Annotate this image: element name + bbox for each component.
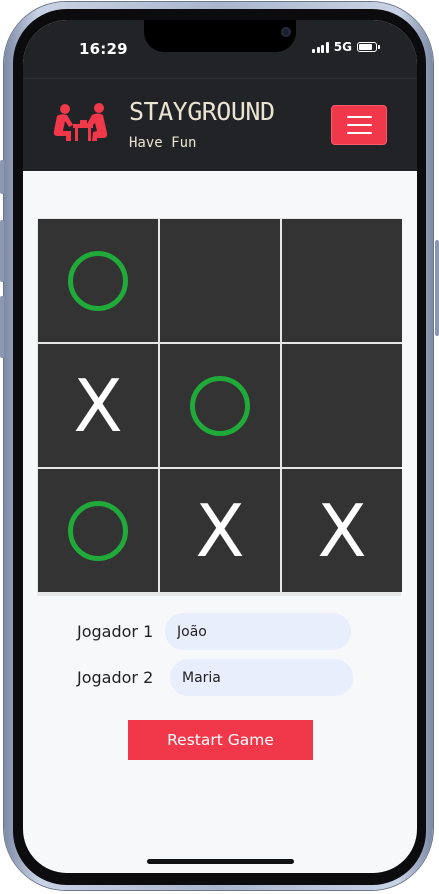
board-cell-6[interactable] [282, 344, 402, 467]
player1-label: Jogador 1 [77, 622, 154, 641]
player2-row: Jogador 2 [77, 659, 353, 696]
player1-name-input[interactable] [165, 613, 351, 650]
o-mark [68, 250, 128, 311]
player2-name-input[interactable] [170, 659, 353, 696]
phone-side-button [0, 160, 4, 194]
board-cell-4[interactable]: X [38, 344, 158, 467]
board-cell-1[interactable] [38, 219, 158, 342]
player1-row: Jogador 1 [77, 613, 351, 650]
player2-label: Jogador 2 [77, 668, 154, 687]
x-mark: X [73, 363, 123, 448]
board-cell-5[interactable] [160, 344, 280, 467]
status-icons: 5G [312, 40, 380, 54]
phone-volume-up-button [0, 220, 4, 282]
battery-icon [357, 42, 380, 52]
hamburger-menu-icon [346, 116, 372, 118]
navbar: STAYGROUND Have Fun [23, 78, 417, 171]
board-cell-8[interactable]: X [160, 469, 280, 592]
board-cell-3[interactable] [282, 219, 402, 342]
restart-game-button[interactable]: Restart Game [128, 720, 313, 760]
phone-power-button [435, 240, 439, 336]
front-camera-icon [281, 27, 291, 37]
board-cell-2[interactable] [160, 219, 280, 342]
signal-icon [312, 41, 329, 53]
phone-screen: 16:29 5G STAYGROUND Have Fun X X X Jogad… [23, 20, 417, 873]
x-mark: X [317, 488, 367, 573]
board-cell-9[interactable]: X [282, 469, 402, 592]
players-table-logo-icon[interactable] [51, 103, 115, 148]
home-indicator[interactable] [147, 859, 294, 864]
brand-tagline: Have Fun [129, 135, 197, 151]
menu-toggle-button[interactable] [331, 105, 387, 145]
o-mark [190, 375, 250, 436]
brand-title[interactable]: STAYGROUND [129, 97, 275, 126]
status-bar: 16:29 5G [23, 20, 417, 78]
phone-volume-down-button [0, 296, 4, 358]
network-label: 5G [333, 40, 352, 54]
tic-tac-toe-board: XXX [37, 218, 402, 596]
o-mark [68, 500, 128, 561]
notch [144, 20, 296, 52]
status-time: 16:29 [79, 40, 128, 58]
board-cell-7[interactable] [38, 469, 158, 592]
x-mark: X [195, 488, 245, 573]
